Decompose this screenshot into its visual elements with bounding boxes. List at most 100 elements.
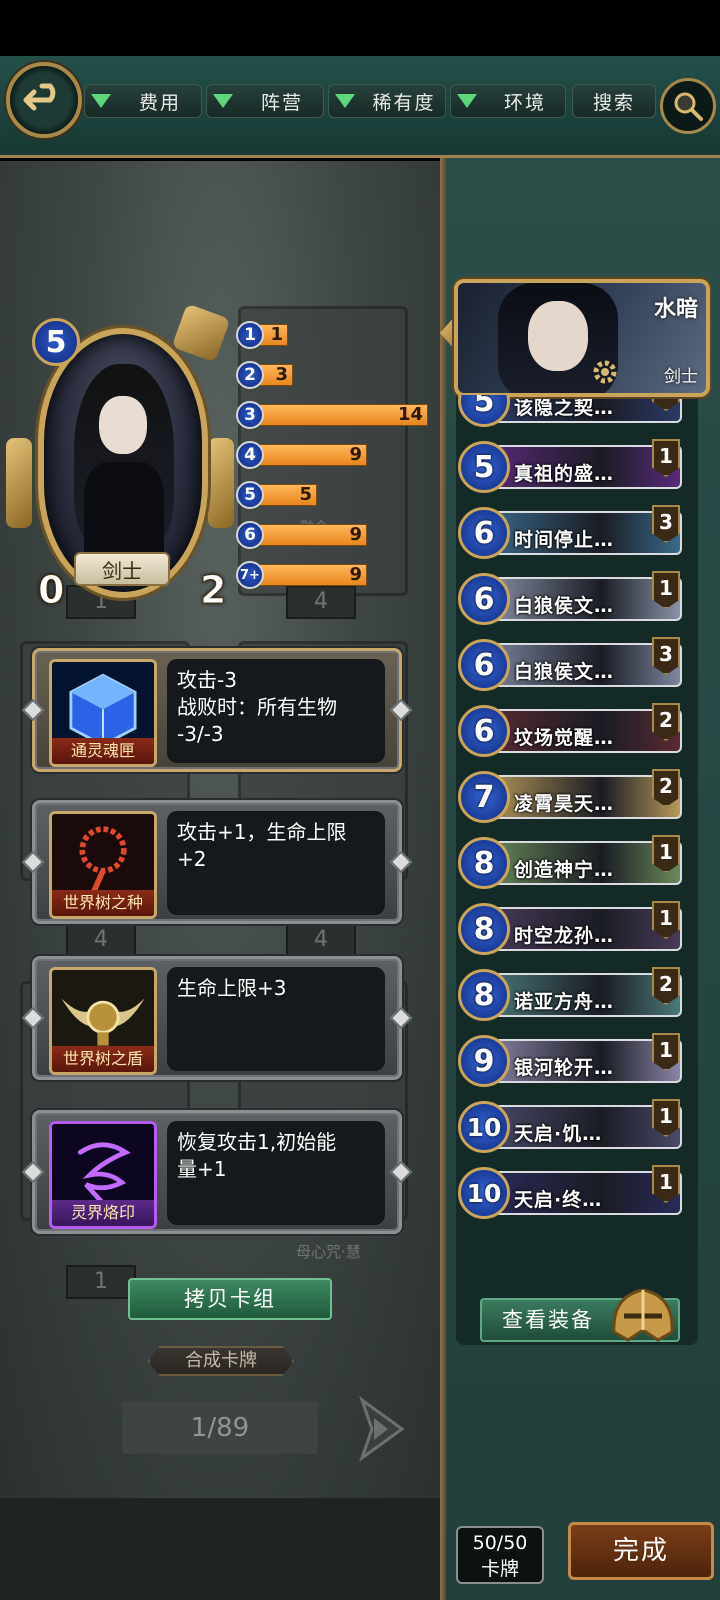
prayer-beads-icon: 世界树之种	[49, 811, 157, 919]
gold-ornament	[208, 438, 234, 528]
slot-count: 4	[66, 923, 136, 957]
histogram-bar: 9	[256, 564, 367, 586]
card-cost-gem: 6	[458, 639, 510, 691]
card-name: 白狼侯文…	[514, 595, 615, 617]
card-name: 创造神宁…	[514, 859, 615, 881]
slot-count: 1	[66, 1265, 136, 1299]
card-cost-gem: 6	[458, 705, 510, 757]
histogram-row: 49	[236, 441, 367, 469]
leader-class: 剑士	[664, 367, 698, 387]
equipment-name: 通灵魂匣	[52, 738, 154, 764]
search-button[interactable]	[660, 78, 716, 134]
deck-card-row[interactable]: 真祖的盛… 5 1	[458, 439, 688, 495]
dropdown-triangle-icon	[91, 94, 111, 108]
dropdown-triangle-icon	[335, 94, 355, 108]
equipment-slot-2[interactable]: 世界树之种 攻击+1，生命上限 +2	[21, 800, 413, 924]
status-bar	[0, 0, 720, 56]
back-button[interactable]	[6, 62, 82, 138]
card-name: 天启·终…	[514, 1189, 603, 1211]
deck-editor-screen: 费用 阵营 稀有度 环境 搜索 1 4 4 4 1 母心咒·慧 5 剑士 0 2…	[0, 0, 720, 1600]
equipment-name: 世界树之盾	[52, 1046, 154, 1072]
cost-filter-label: 费用	[138, 91, 181, 114]
craft-card-button[interactable]: 合成卡牌	[148, 1346, 294, 1376]
deck-card-row[interactable]: 坟场觉醒… 6 2	[458, 703, 688, 759]
deck-card-row[interactable]: 白狼侯文… 6 3	[458, 637, 688, 693]
deck-card-row[interactable]: 凌霄昊天… 7 2	[458, 769, 688, 825]
histogram-cost-badge: 4	[236, 441, 264, 469]
search-label: 搜索	[592, 91, 635, 114]
magnifier-icon	[674, 92, 703, 121]
cost-filter-dropdown[interactable]: 费用	[84, 84, 202, 118]
card-cost-gem: 6	[458, 573, 510, 625]
crystal-cube-icon: 通灵魂匣	[49, 659, 157, 767]
deck-count-unit: 卡牌	[480, 1558, 519, 1580]
card-cost-gem: 5	[458, 441, 510, 493]
faction-filter-dropdown[interactable]: 阵营	[206, 84, 324, 118]
deck-card-row[interactable]: 该隐之契…51	[458, 395, 688, 429]
deck-card-row[interactable]: 时间停止… 6 3	[458, 505, 688, 561]
equipment-slot-4[interactable]: 灵界烙印 恢复攻击1,初始能 量+1	[21, 1110, 413, 1234]
hero-card[interactable]: 5 剑士 0 2	[6, 303, 234, 616]
histogram-row: 69	[236, 521, 367, 549]
histogram-bar: 9	[256, 444, 367, 466]
card-cost-gem: 8	[458, 903, 510, 955]
card-name: 银河轮开…	[514, 1057, 615, 1079]
card-name: 时空龙孙…	[514, 925, 615, 947]
equipment-description: 生命上限+3	[167, 967, 385, 1071]
rarity-filter-label: 稀有度	[372, 91, 436, 114]
dropdown-triangle-icon	[213, 94, 233, 108]
done-button[interactable]: 完成	[568, 1522, 714, 1580]
card-name: 该隐之契…	[514, 397, 615, 419]
bottom-bar	[0, 1498, 440, 1600]
equipment-slot-1[interactable]: 通灵魂匣 攻击-3 战败时：所有生物 -3/-3	[21, 648, 413, 772]
equipment-description: 攻击-3 战败时：所有生物 -3/-3	[167, 659, 385, 763]
histogram-row: 7+ 9	[236, 561, 367, 589]
card-name: 诺亚方舟…	[514, 991, 615, 1013]
faction-filter-label: 阵营	[260, 91, 303, 114]
next-page-arrow-icon[interactable]	[352, 1392, 408, 1466]
deck-count-value: 50/50	[472, 1532, 528, 1554]
deck-card-row[interactable]: 创造神宁… 8 1	[458, 835, 688, 891]
deck-card-row[interactable]: 时空龙孙… 8 1	[458, 901, 688, 957]
card-name: 天启·饥…	[514, 1123, 603, 1145]
slot-count: 4	[286, 923, 356, 957]
deck-card-list[interactable]: 该隐之契…51 真祖的盛…51 时间停止…63 白狼侯文…61 白狼侯文…63 坟场觉醒……	[458, 395, 688, 1245]
histogram-row: 55	[236, 481, 317, 509]
deck-card-row[interactable]: 诺亚方舟… 8 2	[458, 967, 688, 1023]
copy-deck-button[interactable]: 拷贝卡组	[128, 1278, 332, 1320]
gear-icon[interactable]	[590, 357, 620, 387]
card-name: 白狼侯文…	[514, 661, 615, 683]
filter-bar: 费用 阵营 稀有度 环境 搜索	[0, 56, 720, 158]
environment-filter-label: 环境	[503, 91, 546, 114]
back-arrow-icon	[23, 83, 56, 111]
deck-card-row[interactable]: 白狼侯文… 6 1	[458, 571, 688, 627]
card-cost-gem: 10	[458, 1101, 510, 1153]
leader-name: 水暗	[653, 297, 698, 322]
gold-ornament	[6, 438, 32, 528]
deck-leader-card[interactable]: 水暗 剑士	[454, 279, 710, 397]
search-field[interactable]: 搜索	[572, 84, 656, 118]
leader-face	[528, 301, 588, 371]
histogram-row: 23	[236, 361, 293, 389]
deck-card-row[interactable]: 天启·饥… 10 1	[458, 1099, 688, 1155]
hero-cost-gem: 5	[32, 318, 80, 366]
hero-attack: 0	[37, 568, 65, 613]
histogram-cost-badge: 7+	[236, 561, 264, 589]
deck-card-row[interactable]: 银河轮开… 9 1	[458, 1033, 688, 1089]
equipment-description: 攻击+1，生命上限 +2	[167, 811, 385, 915]
dropdown-triangle-icon	[457, 94, 477, 108]
rarity-filter-dropdown[interactable]: 稀有度	[328, 84, 446, 118]
histogram-cost-badge: 1	[236, 321, 264, 349]
histogram-cost-badge: 6	[236, 521, 264, 549]
rune-sigil-icon: 灵界烙印	[49, 1121, 157, 1229]
equipment-name: 世界树之种	[52, 890, 154, 916]
deck-count: 50/50 卡牌	[456, 1526, 544, 1584]
card-cost-gem: 7	[458, 771, 510, 823]
deck-card-row[interactable]: 天启·终… 10 1	[458, 1165, 688, 1221]
slot-count: 4	[286, 585, 356, 619]
portrait-face	[99, 396, 147, 454]
hero-class-label: 剑士	[74, 552, 170, 586]
card-name: 时间停止…	[514, 529, 615, 551]
environment-filter-dropdown[interactable]: 环境	[450, 84, 566, 118]
equipment-slot-3[interactable]: 世界树之盾 生命上限+3	[21, 956, 413, 1080]
